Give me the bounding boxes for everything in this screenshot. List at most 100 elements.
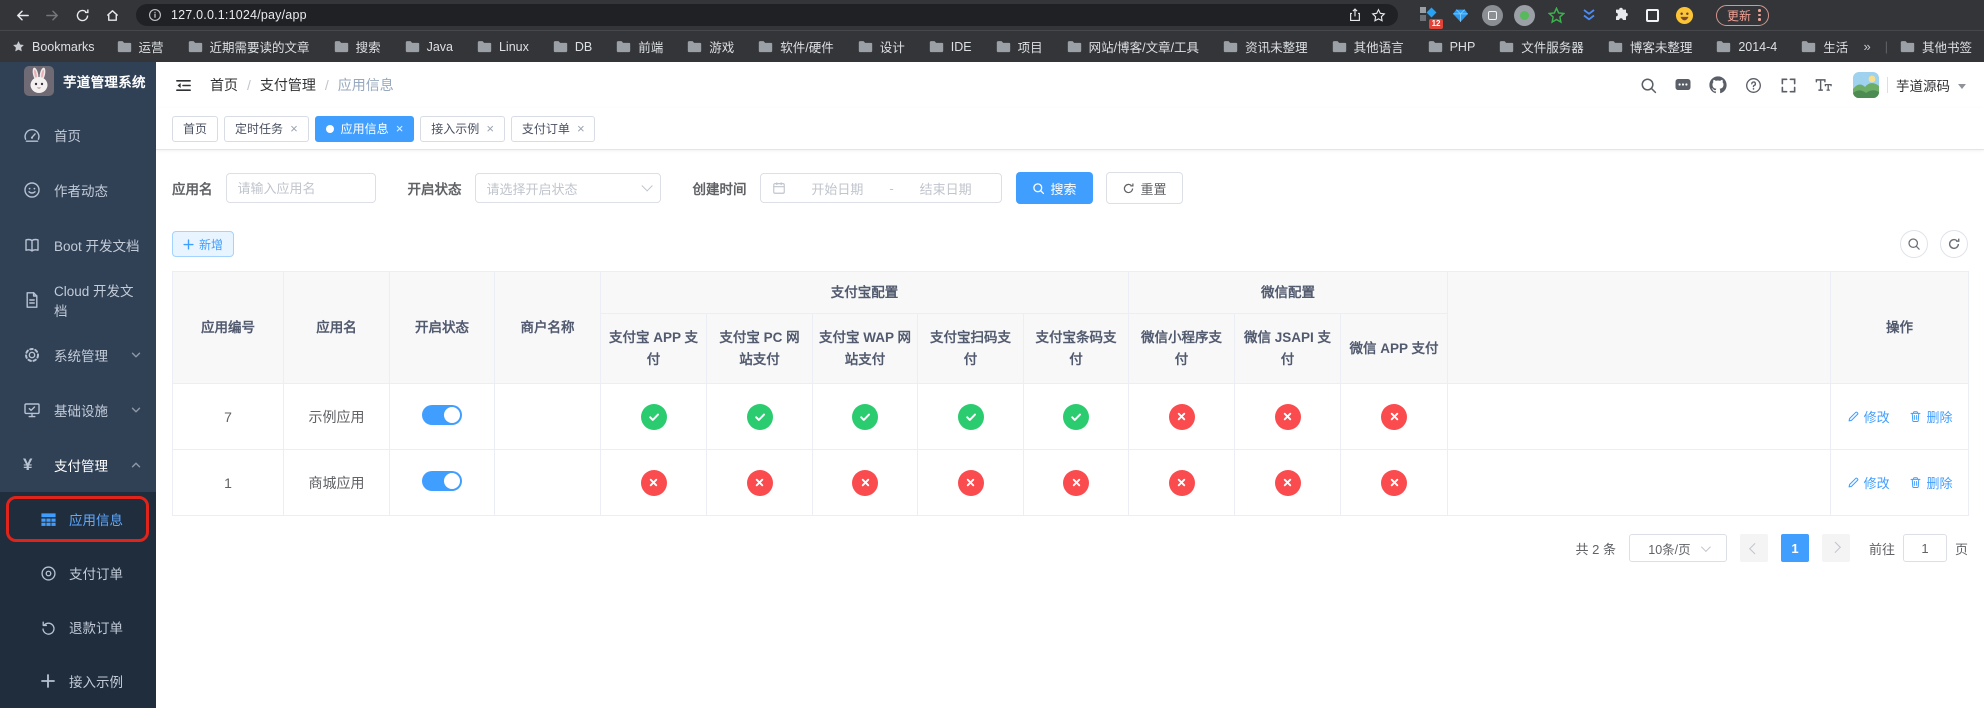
other-bookmarks-folder[interactable]: 其他书签 <box>1900 37 1972 56</box>
folder-icon <box>477 40 492 53</box>
bookmark-folder[interactable]: 搜索 <box>334 37 381 56</box>
bookmark-folder[interactable]: Java <box>405 40 453 54</box>
bookmark-folder[interactable]: 资讯未整理 <box>1223 37 1308 56</box>
home-icon[interactable] <box>100 3 124 27</box>
bookmark-label: Linux <box>498 39 529 54</box>
goto-page-input[interactable] <box>1902 534 1947 562</box>
bookmark-folder[interactable]: 运营 <box>117 37 164 56</box>
sidebar-item-pay-admin[interactable]: ¥ 支付管理 <box>0 437 156 492</box>
profile-avatar-icon[interactable] <box>1674 5 1695 26</box>
status-toggle[interactable] <box>422 405 462 425</box>
sidebar-item-boot-docs[interactable]: Boot 开发文档 <box>0 217 156 272</box>
bookmark-folder[interactable]: 网站/博客/文章/工具 <box>1067 37 1199 56</box>
breadcrumb-pay-admin[interactable]: 支付管理 <box>260 75 316 95</box>
date-range-picker[interactable]: 开始日期 - 结束日期 <box>759 173 1002 203</box>
address-bar[interactable]: 127.0.0.1:1024/pay/app <box>136 4 1398 26</box>
help-icon[interactable] <box>1744 76 1762 94</box>
bookmark-folder[interactable]: 博客未整理 <box>1608 37 1692 56</box>
bookmark-folder[interactable]: 前端 <box>616 37 663 56</box>
close-icon[interactable]: × <box>396 122 404 135</box>
extension-scroll-down-icon[interactable] <box>1578 5 1599 26</box>
extension-square-icon[interactable] <box>1642 5 1663 26</box>
page-size-select[interactable]: 10条/页 <box>1628 534 1727 562</box>
chevron-down-icon <box>1700 541 1711 552</box>
trash-icon <box>1909 476 1922 489</box>
forward-icon[interactable] <box>40 3 64 27</box>
pagination: 共 2 条 10条/页 1 前往 页 <box>172 534 1968 562</box>
check-circle-icon <box>852 403 878 430</box>
sidebar-subitem-integration-demo[interactable]: 接入示例 <box>0 654 156 708</box>
search-icon[interactable] <box>1639 76 1657 94</box>
bookmark-label: 运营 <box>138 41 164 55</box>
extensions-puzzle-icon[interactable] <box>1610 5 1631 26</box>
edit-link[interactable]: 修改 <box>1847 407 1890 426</box>
tab-item-1[interactable]: 定时任务 × <box>224 115 309 142</box>
bookmark-folder[interactable]: 2014-4 <box>1716 40 1777 54</box>
edit-link[interactable]: 修改 <box>1847 473 1890 492</box>
sidebar-item-infrastructure[interactable]: 基础设施 <box>0 382 156 437</box>
status-select[interactable]: 请选择开启状态 <box>474 173 661 203</box>
bookmarks-root-folder[interactable]: Bookmarks <box>12 40 95 54</box>
bookmark-folder[interactable]: 文件服务器 <box>1499 37 1584 56</box>
tab-item-3[interactable]: 接入示例 × <box>420 115 505 142</box>
back-icon[interactable] <box>10 3 34 27</box>
extension-command-icon[interactable] <box>1482 4 1503 26</box>
extension-wappalyzer-icon[interactable]: 12 <box>1418 5 1443 29</box>
current-page-button[interactable]: 1 <box>1780 534 1809 562</box>
sidebar-subitem-refund-order[interactable]: 退款订单 <box>0 600 156 654</box>
bookmark-star-icon[interactable] <box>1371 7 1386 23</box>
close-icon[interactable]: × <box>290 122 298 135</box>
chrome-menu-icon[interactable] <box>1758 9 1761 21</box>
bookmark-folder[interactable]: 游戏 <box>687 37 734 56</box>
chrome-update-button[interactable]: 更新 <box>1716 4 1769 26</box>
extension-recorder-icon[interactable] <box>1514 4 1535 26</box>
font-size-icon[interactable] <box>1814 76 1832 94</box>
user-menu[interactable]: 芋道源码 <box>1853 72 1966 98</box>
sidebar-item-cloud-docs[interactable]: Cloud 开发文档 <box>0 272 156 327</box>
bookmark-folder[interactable]: 设计 <box>858 37 905 56</box>
bookmark-folder[interactable]: PHP <box>1428 40 1475 54</box>
share-icon[interactable] <box>1348 8 1362 22</box>
close-icon[interactable]: × <box>577 122 585 135</box>
bookmarks-overflow-chevron[interactable]: » <box>1864 39 1871 54</box>
bookmark-folder[interactable]: 项目 <box>996 37 1043 56</box>
app-name-input[interactable] <box>225 173 376 203</box>
bookmark-folder[interactable]: 生活 <box>1801 37 1848 56</box>
bookmark-folder[interactable]: 其他语言 <box>1332 37 1404 56</box>
search-button[interactable]: 搜索 <box>1015 172 1093 204</box>
site-info-icon[interactable] <box>148 8 162 22</box>
close-icon[interactable]: × <box>486 122 494 135</box>
reload-icon[interactable] <box>70 3 94 27</box>
delete-link[interactable]: 删除 <box>1909 407 1953 426</box>
bookmark-folder[interactable]: IDE <box>929 40 972 54</box>
status-toggle[interactable] <box>422 471 462 491</box>
breadcrumb-home[interactable]: 首页 <box>210 75 238 95</box>
next-page-button[interactable] <box>1821 534 1850 562</box>
extension-gem-icon[interactable] <box>1450 5 1471 26</box>
refresh-table-button[interactable] <box>1940 230 1968 258</box>
sidebar-item-home[interactable]: 首页 <box>0 107 156 162</box>
bookmark-folder[interactable]: Linux <box>477 40 529 54</box>
extension-star-icon[interactable] <box>1546 5 1567 26</box>
message-icon[interactable] <box>1674 76 1692 94</box>
tab-item-2[interactable]: 应用信息 × <box>314 115 415 142</box>
bookmark-folder[interactable]: 近期需要读的文章 <box>188 37 310 56</box>
prev-page-button[interactable] <box>1739 534 1768 562</box>
app-logo[interactable]: 芋道管理系统 <box>0 62 156 99</box>
menu-fold-icon[interactable] <box>170 72 196 98</box>
tab-item-0[interactable]: 首页 <box>172 115 219 142</box>
sidebar-item-system-admin[interactable]: 系统管理 <box>0 327 156 382</box>
github-icon[interactable] <box>1709 76 1727 94</box>
fullscreen-icon[interactable] <box>1779 76 1797 94</box>
bookmark-folder[interactable]: 软件/硬件 <box>758 37 834 56</box>
toggle-search-button[interactable] <box>1900 230 1928 258</box>
bookmark-folder[interactable]: DB <box>553 40 592 54</box>
reset-button[interactable]: 重置 <box>1105 172 1183 204</box>
tab-item-4[interactable]: 支付订单 × <box>510 115 596 142</box>
delete-link[interactable]: 删除 <box>1909 473 1953 492</box>
add-button[interactable]: 新增 <box>172 231 235 257</box>
sidebar-subitem-app-info[interactable]: 应用信息 <box>0 492 156 546</box>
sidebar-item-author-news[interactable]: 作者动态 <box>0 162 156 217</box>
sidebar-subitem-pay-order[interactable]: 支付订单 <box>0 546 156 600</box>
cell-alipay-config <box>917 449 1024 516</box>
